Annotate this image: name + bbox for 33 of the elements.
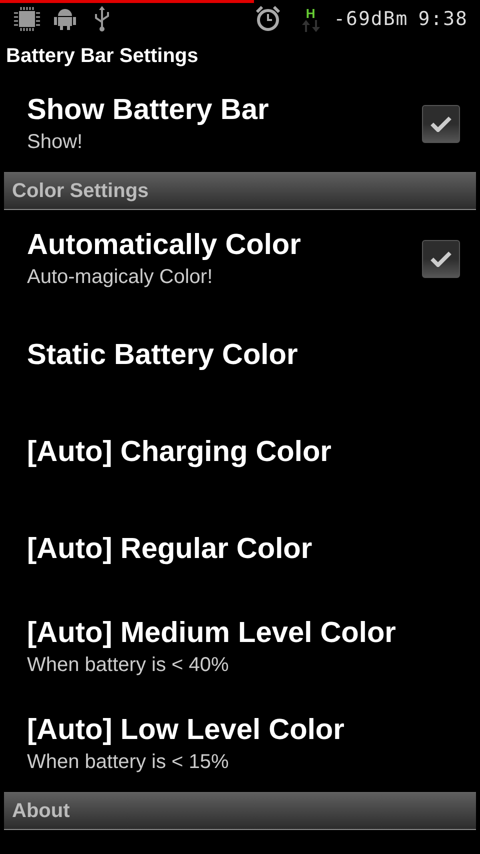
preference-item[interactable]: [Auto] Low Level Color When battery is < 15% (0, 695, 480, 792)
preference-title: [Auto] Regular Color (27, 533, 314, 566)
check-icon (430, 116, 452, 132)
preference-item[interactable]: [Auto] Medium Level Color When battery is < 40% (0, 598, 480, 695)
usb-icon (94, 6, 110, 32)
preference-summary: When battery is < 15% (27, 750, 230, 774)
checkbox[interactable] (422, 105, 460, 143)
checkbox[interactable] (422, 240, 460, 278)
preference-summary: Show! (27, 131, 84, 154)
screen-title: Battery Bar Settings (5, 44, 200, 69)
android-icon (54, 8, 76, 30)
data-arrows-icon (302, 20, 320, 32)
preference-item[interactable]: [Auto] Regular Color (0, 501, 480, 598)
preference-title: Static Battery Color (27, 339, 299, 372)
preference-item[interactable]: [Auto] Charging Color (0, 404, 480, 501)
preference-title: [Auto] Low Level Color (27, 714, 346, 746)
preference-title: Automatically Color (27, 228, 302, 262)
category-header: About (4, 792, 476, 830)
clock-time: 9:38 (418, 8, 468, 30)
preference-title: Show Battery Bar (27, 94, 270, 127)
preference-item[interactable]: Show Battery Bar Show! (0, 76, 480, 172)
alarm-clock-icon (256, 6, 280, 32)
chip-icon (14, 7, 40, 31)
preference-title: [Auto] Medium Level Color (27, 616, 397, 650)
network-type: H (306, 6, 316, 20)
signal-strength: -69dBm (334, 8, 408, 30)
preference-item[interactable]: Automatically Color Auto-magicaly Color! (0, 210, 480, 307)
check-icon (430, 250, 452, 266)
preference-summary: Auto-magicaly Color! (27, 266, 214, 288)
preference-summary: When battery is < 40% (27, 654, 230, 676)
preference-item[interactable]: Static Battery Color (0, 307, 480, 404)
preference-title: [Auto] Charging Color (27, 436, 332, 469)
category-header: Color Settings (4, 172, 476, 210)
